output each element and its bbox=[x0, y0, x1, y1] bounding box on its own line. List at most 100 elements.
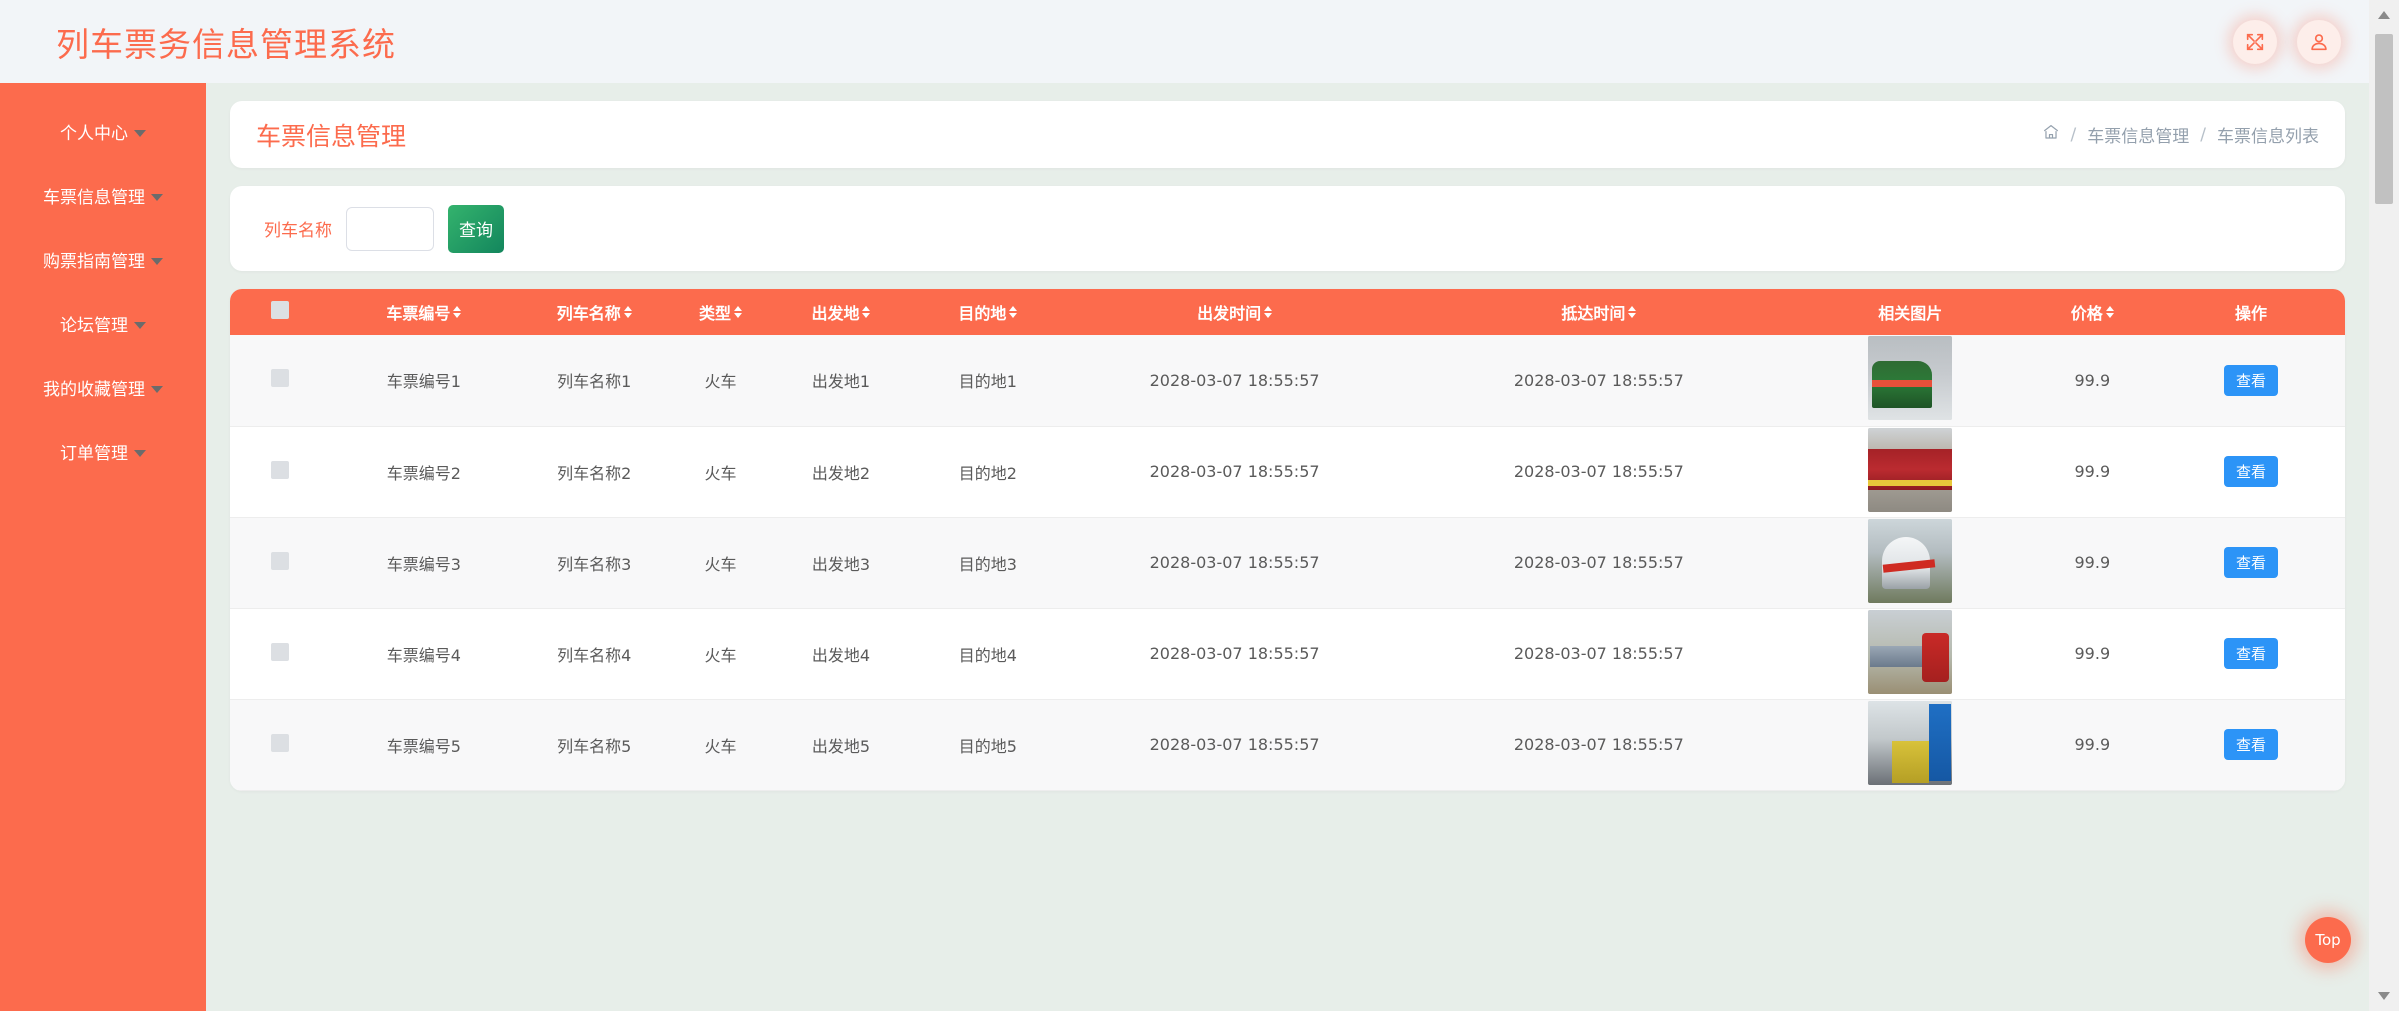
cell-train-name: 列车名称2 bbox=[517, 426, 671, 518]
ticket-table-card: 车票编号 列车名称 类型 出发地 目的地 出发时间 抵达时间 相关图片 价格 操… bbox=[230, 289, 2345, 791]
th-destination[interactable]: 目的地 bbox=[911, 289, 1065, 335]
row-checkbox[interactable] bbox=[270, 733, 289, 752]
view-button[interactable]: 查看 bbox=[2223, 729, 2278, 760]
breadcrumb-separator: / bbox=[2200, 124, 2206, 145]
search-filter-card: 列车名称 查询 bbox=[230, 186, 2345, 271]
view-button[interactable]: 查看 bbox=[2223, 456, 2278, 487]
sidebar-item-forum[interactable]: 论坛管理 bbox=[0, 297, 206, 349]
sort-icon bbox=[453, 306, 462, 318]
sidebar-item-label: 购票指南管理 bbox=[43, 251, 145, 272]
cell-ticket-no: 车票编号1 bbox=[329, 335, 518, 427]
cell-action: 查看 bbox=[2156, 517, 2345, 609]
table-row[interactable]: 车票编号4 列车名称4 火车 出发地4 目的地4 2028-03-07 18:5… bbox=[230, 608, 2345, 700]
app-brand-title: 列车票务信息管理系统 bbox=[56, 24, 396, 64]
cell-price: 99.9 bbox=[2027, 517, 2157, 609]
th-label: 出发地 bbox=[811, 304, 860, 323]
page-scrollbar[interactable] bbox=[2369, 0, 2399, 1011]
home-icon[interactable] bbox=[2042, 123, 2060, 146]
table-row[interactable]: 车票编号2 列车名称2 火车 出发地2 目的地2 2028-03-07 18:5… bbox=[230, 426, 2345, 518]
sort-icon bbox=[734, 306, 743, 318]
sort-icon bbox=[862, 306, 871, 318]
cell-action: 查看 bbox=[2156, 699, 2345, 791]
breadcrumb-separator: / bbox=[2070, 124, 2077, 145]
sidebar-item-ticket-info[interactable]: 车票信息管理 bbox=[0, 169, 206, 221]
cell-price: 99.9 bbox=[2027, 335, 2157, 427]
sidebar-item-personal-center[interactable]: 个人中心 bbox=[0, 105, 206, 157]
th-label: 出发时间 bbox=[1197, 304, 1262, 323]
row-checkbox[interactable] bbox=[270, 369, 289, 388]
app-root: 列车票务信息管理系统 个人中心 车票信息管理 购票指南管理 论坛管理 我的收藏管… bbox=[0, 0, 2399, 1011]
cell-type: 火车 bbox=[670, 426, 771, 518]
cell-type: 火车 bbox=[670, 699, 771, 791]
cell-destination: 目的地5 bbox=[911, 699, 1065, 791]
row-checkbox[interactable] bbox=[270, 551, 289, 570]
scroll-down-arrow-icon[interactable] bbox=[2369, 981, 2399, 1011]
cell-ticket-no: 车票编号3 bbox=[329, 517, 518, 609]
train-thumbnail[interactable] bbox=[1868, 336, 1953, 421]
breadcrumb: / 车票信息管理 / 车票信息列表 bbox=[2042, 122, 2319, 147]
fullscreen-icon bbox=[2244, 31, 2266, 53]
th-image: 相关图片 bbox=[1792, 289, 2028, 335]
th-ticket-no[interactable]: 车票编号 bbox=[329, 289, 518, 335]
cell-train-name: 列车名称1 bbox=[517, 335, 671, 427]
cell-train-name: 列车名称4 bbox=[517, 608, 671, 700]
view-button[interactable]: 查看 bbox=[2223, 364, 2278, 396]
sidebar-item-purchase-guide[interactable]: 购票指南管理 bbox=[0, 233, 206, 285]
cell-select bbox=[230, 699, 330, 791]
train-thumbnail[interactable] bbox=[1868, 609, 1953, 694]
sidebar-item-favorites[interactable]: 我的收藏管理 bbox=[0, 361, 206, 413]
cell-origin: 出发地5 bbox=[770, 699, 912, 791]
th-type[interactable]: 类型 bbox=[670, 289, 771, 335]
th-depart-time[interactable]: 出发时间 bbox=[1064, 289, 1405, 335]
cell-train-name: 列车名称5 bbox=[517, 699, 671, 791]
scrollbar-thumb[interactable] bbox=[2375, 34, 2393, 204]
scroll-up-arrow-icon[interactable] bbox=[2369, 0, 2399, 30]
cell-origin: 出发地1 bbox=[770, 335, 912, 427]
back-to-top-button[interactable]: Top bbox=[2305, 917, 2351, 963]
cell-arrive-time: 2028-03-07 18:55:57 bbox=[1404, 699, 1793, 791]
cell-origin: 出发地3 bbox=[770, 517, 912, 609]
cell-destination: 目的地2 bbox=[911, 426, 1065, 518]
cell-image bbox=[1792, 517, 2028, 609]
th-arrive-time[interactable]: 抵达时间 bbox=[1404, 289, 1793, 335]
search-submit-button[interactable]: 查询 bbox=[448, 204, 504, 253]
cell-destination: 目的地1 bbox=[911, 335, 1065, 427]
header-actions bbox=[2233, 19, 2341, 64]
cell-depart-time: 2028-03-07 18:55:57 bbox=[1064, 699, 1405, 791]
train-thumbnail[interactable] bbox=[1868, 518, 1953, 603]
table-row[interactable]: 车票编号1 列车名称1 火车 出发地1 目的地1 2028-03-07 18:5… bbox=[230, 335, 2345, 427]
sort-icon bbox=[623, 306, 632, 318]
th-price[interactable]: 价格 bbox=[2027, 289, 2157, 335]
select-all-checkbox[interactable] bbox=[270, 301, 289, 319]
train-name-search-input[interactable] bbox=[346, 206, 434, 251]
sidebar-item-label: 车票信息管理 bbox=[43, 187, 145, 208]
cell-destination: 目的地3 bbox=[911, 517, 1065, 609]
th-label: 车票编号 bbox=[386, 304, 451, 323]
table-row[interactable]: 车票编号5 列车名称5 火车 出发地5 目的地5 2028-03-07 18:5… bbox=[230, 699, 2345, 791]
user-account-button[interactable] bbox=[2297, 19, 2341, 64]
row-checkbox[interactable] bbox=[270, 460, 289, 479]
cell-price: 99.9 bbox=[2027, 699, 2157, 791]
th-train-name[interactable]: 列车名称 bbox=[517, 289, 671, 335]
cell-ticket-no: 车票编号5 bbox=[329, 699, 518, 791]
search-field-label: 列车名称 bbox=[264, 221, 332, 241]
th-label: 操作 bbox=[2234, 304, 2267, 323]
cell-image bbox=[1792, 335, 2028, 427]
train-thumbnail[interactable] bbox=[1868, 700, 1953, 785]
cell-arrive-time: 2028-03-07 18:55:57 bbox=[1404, 517, 1793, 609]
sidebar-item-orders[interactable]: 订单管理 bbox=[0, 425, 206, 477]
main-content: 车票信息管理 / 车票信息管理 / 车票信息列表 列车名称 查询 车票编号 列车… bbox=[206, 83, 2369, 1011]
th-origin[interactable]: 出发地 bbox=[770, 289, 912, 335]
row-checkbox[interactable] bbox=[270, 642, 289, 661]
cell-arrive-time: 2028-03-07 18:55:57 bbox=[1404, 608, 1793, 700]
view-button[interactable]: 查看 bbox=[2223, 638, 2278, 669]
cell-action: 查看 bbox=[2156, 608, 2345, 700]
sidebar-nav: 个人中心 车票信息管理 购票指南管理 论坛管理 我的收藏管理 订单管理 bbox=[0, 83, 206, 1011]
cell-image bbox=[1792, 426, 2028, 518]
cell-origin: 出发地4 bbox=[770, 608, 912, 700]
fullscreen-button[interactable] bbox=[2233, 19, 2277, 64]
train-thumbnail[interactable] bbox=[1868, 427, 1953, 512]
view-button[interactable]: 查看 bbox=[2223, 547, 2278, 578]
breadcrumb-item-ticket-info[interactable]: 车票信息管理 bbox=[2087, 122, 2189, 147]
table-row[interactable]: 车票编号3 列车名称3 火车 出发地3 目的地3 2028-03-07 18:5… bbox=[230, 517, 2345, 609]
